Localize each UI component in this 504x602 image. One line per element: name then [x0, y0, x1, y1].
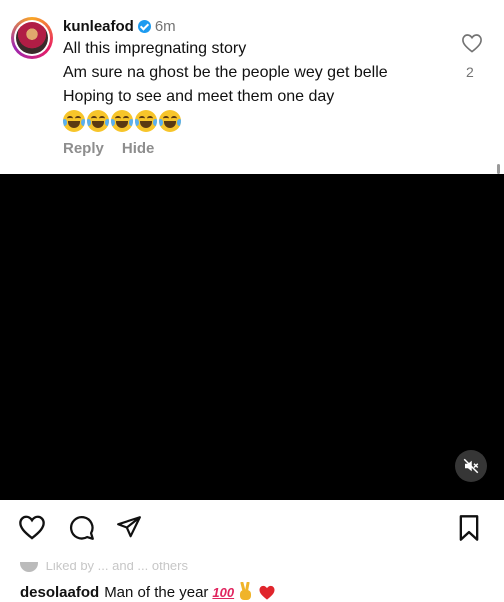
caption-username[interactable]: desolaafod: [20, 584, 99, 601]
comment-bubble-icon[interactable]: [68, 514, 95, 541]
comment-card: kunleafod 6m All this impregnating story…: [0, 0, 504, 174]
verified-badge-icon: [137, 20, 151, 33]
mute-toggle-button[interactable]: [455, 450, 487, 482]
bookmark-icon[interactable]: [457, 514, 481, 542]
hundred-points-emoji-icon: 100: [212, 584, 235, 600]
comment-actions: Reply Hide: [63, 140, 154, 157]
comment-like-count: 2: [466, 64, 474, 80]
liked-by-text: Liked by ... and ... others: [45, 562, 188, 573]
video-player[interactable]: [0, 174, 504, 500]
tears-of-joy-emoji-icon: [159, 110, 181, 132]
comment-like-heart-icon[interactable]: [461, 33, 483, 53]
tears-of-joy-emoji-icon: [87, 110, 109, 132]
commenter-username[interactable]: kunleafod: [63, 18, 134, 35]
victory-hand-emoji-icon: [240, 582, 252, 600]
like-heart-icon[interactable]: [18, 514, 46, 540]
comment-emoji-row: [63, 110, 181, 132]
tears-of-joy-emoji-icon: [111, 110, 133, 132]
hide-button[interactable]: Hide: [122, 140, 155, 157]
liker-avatar: [20, 562, 38, 572]
red-heart-emoji-icon: [259, 585, 275, 600]
tears-of-joy-emoji-icon: [63, 110, 85, 132]
reply-button[interactable]: Reply: [63, 140, 104, 157]
scrollbar-thumb[interactable]: [497, 164, 500, 174]
comment-header: kunleafod 6m: [63, 18, 176, 35]
post-caption: desolaafod Man of the year 100: [20, 582, 276, 602]
comment-text-line-3: Hoping to see and meet them one day: [63, 88, 335, 105]
share-paper-plane-icon[interactable]: [116, 514, 142, 540]
comment-text-line-2: Am sure na ghost be the people wey get b…: [63, 64, 388, 81]
commenter-avatar[interactable]: [11, 17, 53, 59]
caption-text: Man of the year: [104, 583, 209, 601]
speaker-muted-icon: [463, 458, 479, 474]
tears-of-joy-emoji-icon: [135, 110, 157, 132]
liked-by-summary[interactable]: Liked by ... and ... others: [20, 562, 188, 574]
comment-timestamp: 6m: [154, 18, 176, 35]
comment-text-line-1: All this impregnating story: [63, 40, 247, 57]
